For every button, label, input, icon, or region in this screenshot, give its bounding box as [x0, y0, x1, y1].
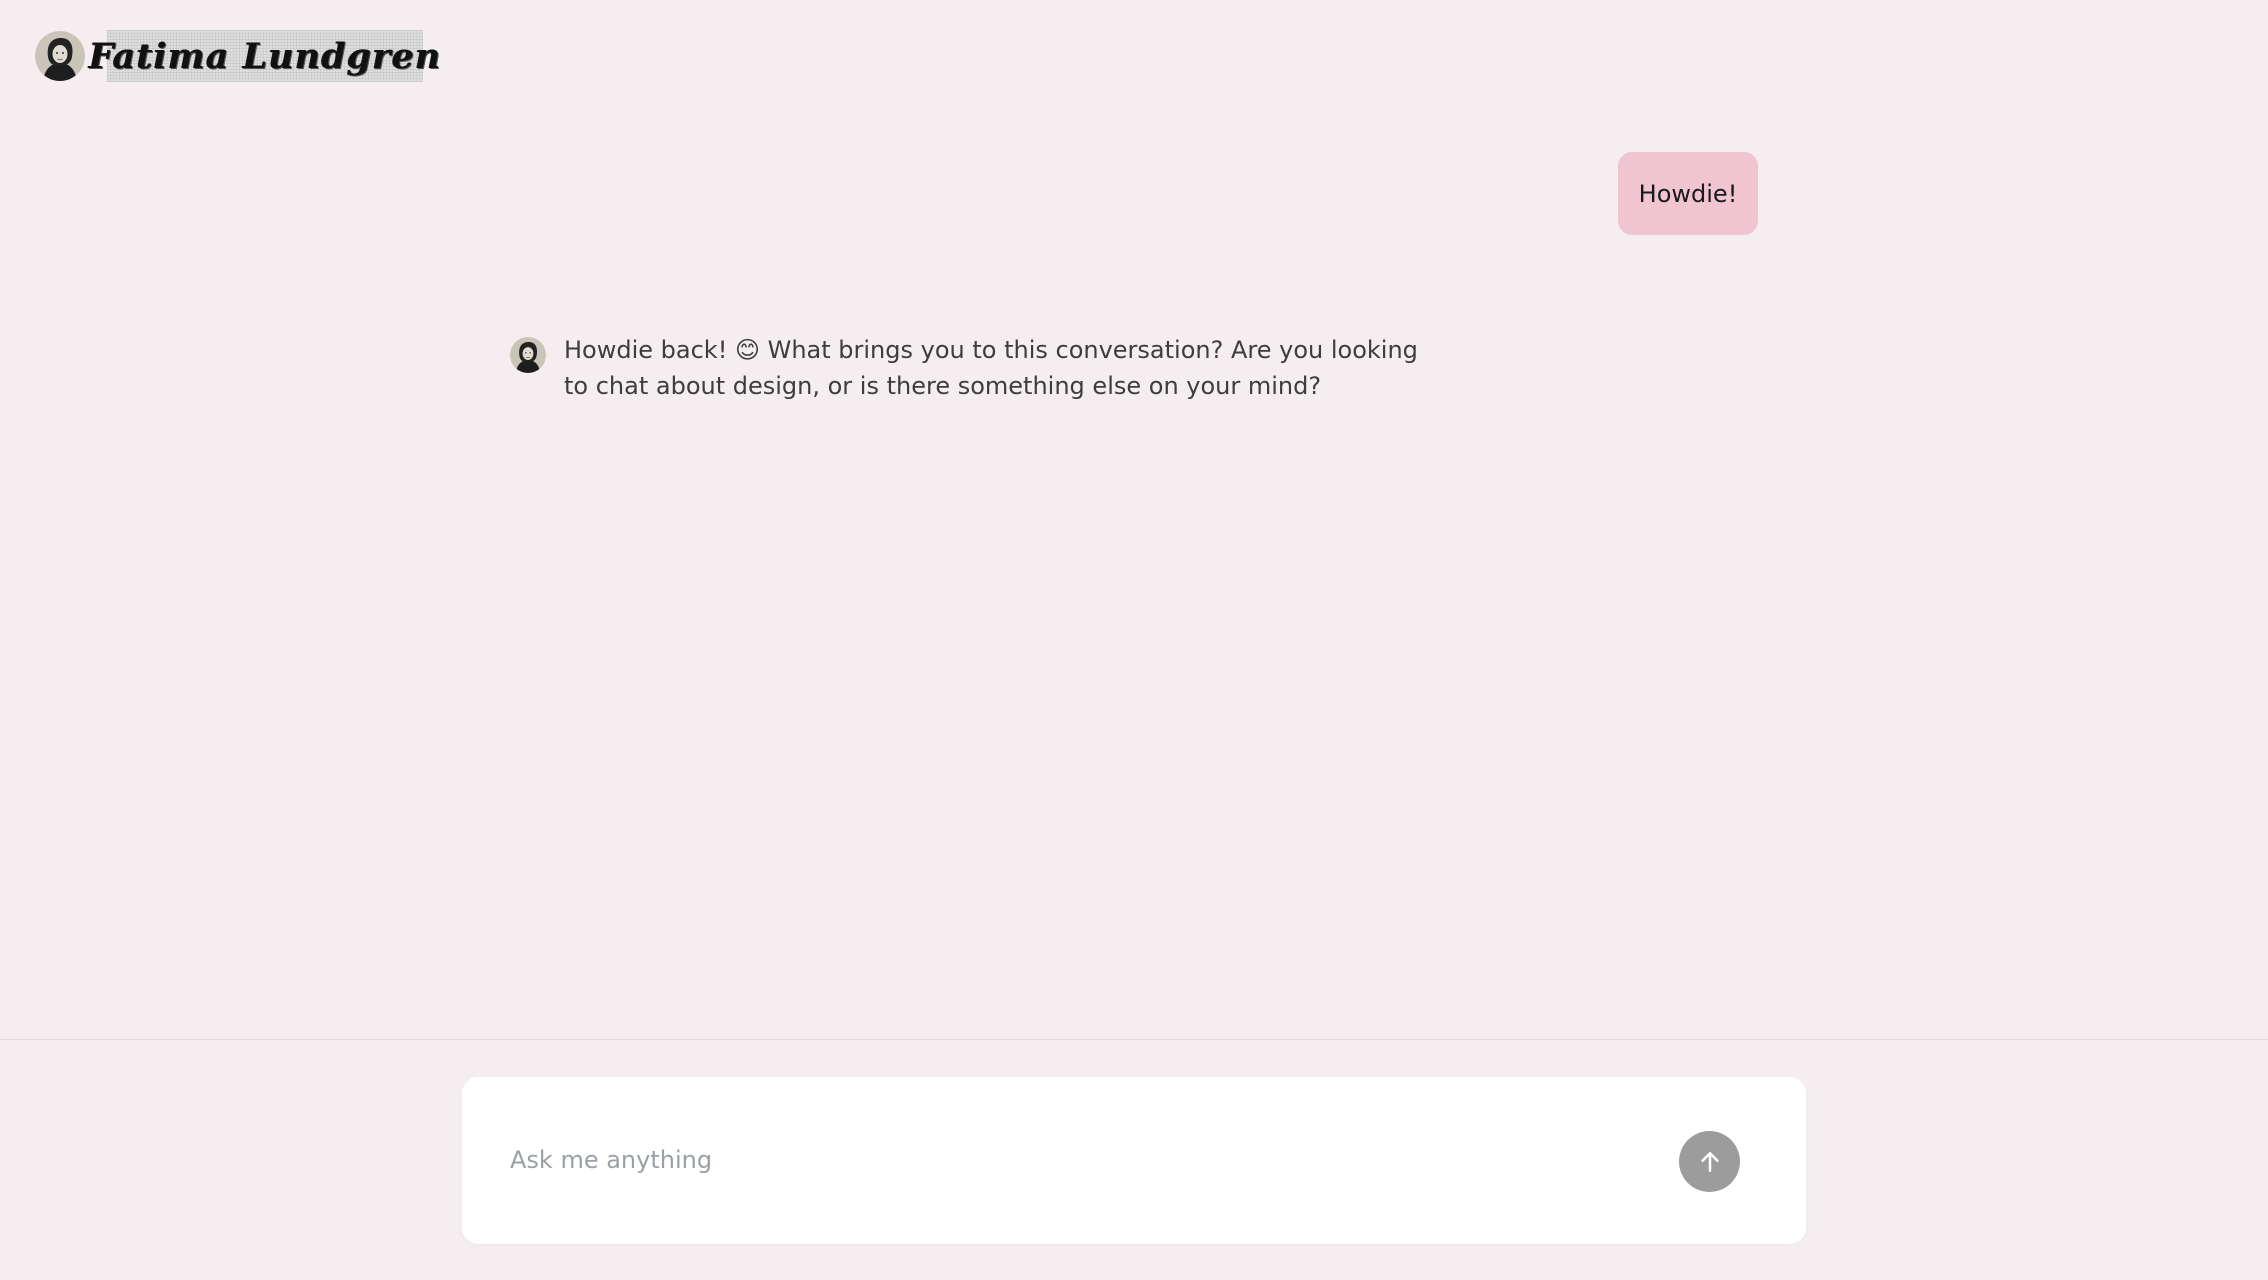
- send-button[interactable]: [1679, 1131, 1740, 1192]
- assistant-message-text: Howdie back! 😊 What brings you to this c…: [564, 336, 1418, 400]
- assistant-message: Howdie back! 😊 What brings you to this c…: [510, 332, 1444, 404]
- arrow-up-icon: [1700, 1151, 1719, 1172]
- message-input[interactable]: [510, 1135, 1610, 1185]
- site-title[interactable]: Fatima Lundgren: [89, 30, 440, 82]
- profile-photo-icon: [510, 337, 546, 373]
- header: Fatima Lundgren: [35, 30, 440, 82]
- composer-divider: [0, 1039, 2268, 1040]
- profile-photo-icon: [35, 31, 85, 81]
- avatar: [510, 337, 546, 373]
- user-message-bubble: Howdie!: [1618, 152, 1758, 235]
- avatar[interactable]: [35, 31, 85, 81]
- chat-composer: [462, 1077, 1806, 1244]
